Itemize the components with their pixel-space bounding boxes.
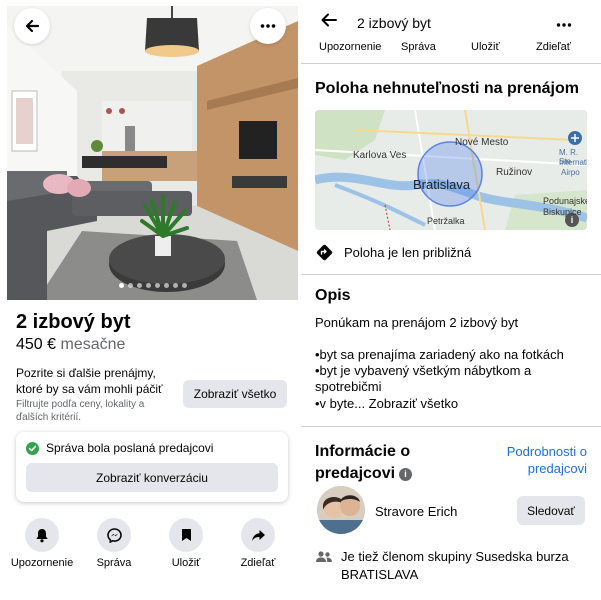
map-label: Airpo [561, 168, 580, 177]
top-bar: 2 izbový byt [301, 0, 601, 40]
more-dots-icon [260, 24, 276, 28]
location-heading: Poloha nehnuteľnosti na prenájom [315, 80, 579, 97]
directions-icon [316, 244, 333, 261]
map-label: Petržalka [427, 216, 465, 226]
top-bar-title: 2 izbový byt [357, 15, 431, 31]
action-label: Správa [96, 557, 132, 569]
approximate-location-text: Poloha je len približná [344, 245, 472, 260]
action-save[interactable]: Uložiť [150, 518, 222, 569]
tab-alert[interactable]: Upozornenie [319, 41, 381, 53]
action-alert[interactable]: Upozornenie [6, 518, 78, 569]
map-label: Nové Mesto [455, 137, 509, 148]
messenger-icon [97, 518, 131, 552]
action-label: Zdieľať [240, 557, 276, 569]
photo-dot[interactable] [154, 283, 160, 288]
map-label: Internati [559, 158, 587, 167]
location-map[interactable]: i Karlova Ves Nové Mesto Bratislava Ruži… [315, 110, 587, 230]
seller-name[interactable]: Stravore Erich [375, 504, 457, 519]
arrow-left-icon [321, 13, 337, 27]
show-all-button[interactable]: Zobraziť všetko [183, 380, 287, 408]
apartment-photo-illustration [7, 6, 298, 300]
listing-detail-scrolled-panel: 2 izbový byt Upozornenie Správa Uložiť Z… [301, 0, 601, 600]
action-label: Upozornenie [10, 557, 74, 569]
description-line: •byt sa prenajíma zariadený ako na fotká… [315, 347, 564, 362]
view-conversation-button[interactable]: Zobraziť konverzáciu [26, 463, 278, 492]
avatar-photo-illustration [317, 486, 365, 534]
description-heading: Opis [315, 287, 351, 304]
listing-detail-panel: 2 izbový byt 450 € mesačne Pozrite si ďa… [0, 0, 300, 600]
description-see-more[interactable]: •v byte... Zobraziť všetko [315, 396, 591, 412]
group-icon [316, 551, 332, 562]
seller-group-membership: Je tiež členom skupiny Susedska burza BR… [315, 548, 595, 584]
tab-share[interactable]: Zdieľať [536, 41, 571, 53]
divider [301, 274, 601, 275]
bell-icon [25, 518, 59, 552]
photo-dot[interactable] [163, 283, 169, 288]
arrow-left-icon [25, 19, 40, 33]
more-dots-icon [556, 23, 572, 27]
action-message[interactable]: Správa [78, 518, 150, 569]
message-sent-status: Správa bola poslaná predajcovi [26, 441, 213, 455]
photo-dot[interactable] [136, 283, 142, 288]
seller-info-heading-text: Informácie o predajcovi [315, 443, 411, 482]
photo-dot[interactable] [127, 283, 133, 288]
map-label: Karlova Ves [353, 150, 407, 161]
group-membership-text: Je tiež členom skupiny Susedska burza BR… [341, 549, 569, 582]
photo-dot[interactable] [181, 283, 187, 288]
price-period: mesačne [60, 336, 126, 353]
bookmark-icon [169, 518, 203, 552]
listing-photo[interactable] [7, 6, 298, 300]
divider [301, 426, 601, 427]
info-icon[interactable]: i [399, 467, 413, 481]
photo-dot[interactable] [118, 283, 124, 288]
seller-details-link[interactable]: Podrobnosti o predajcovi [497, 443, 587, 477]
photo-dot[interactable] [172, 283, 178, 288]
map-label: Biskupice [543, 207, 582, 217]
description-line: spotrebičmi [315, 379, 382, 394]
suggestions-text: Pozrite si ďalšie prenájmy, ktoré by sa … [16, 366, 163, 396]
follow-button[interactable]: Sledovať [517, 496, 585, 525]
action-share[interactable]: Zdieľať [222, 518, 294, 569]
map-label: Bratislava [413, 177, 471, 192]
photo-dot[interactable] [145, 283, 151, 288]
photo-pagination[interactable] [7, 283, 298, 288]
action-tabs-clipped: Upozornenie Správa Uložiť Zdieľať [301, 41, 601, 55]
action-bar: Upozornenie Správa Uložiť Zdieľať [0, 518, 300, 569]
price-amount: 450 € [16, 336, 57, 353]
back-button[interactable] [14, 8, 50, 44]
map-label: Ružinov [496, 167, 533, 178]
back-button[interactable] [321, 13, 337, 32]
suggestions-subtext: Filtrujte podľa ceny, lokality a ďalších… [16, 399, 145, 423]
message-sent-card: Správa bola poslaná predajcovi Zobraziť … [16, 432, 288, 502]
share-icon [241, 518, 275, 552]
listing-title: 2 izbový byt [16, 311, 131, 333]
action-label: Uložiť [171, 557, 201, 569]
tab-message[interactable]: Správa [401, 41, 436, 53]
message-sent-text: Správa bola poslaná predajcovi [46, 441, 214, 455]
approximate-location-note: Poloha je len približná [315, 243, 471, 262]
map-label: Podunajské [543, 196, 587, 206]
description-intro: Ponúkam na prenájom 2 izbový byt [315, 315, 519, 330]
divider [301, 63, 601, 64]
description-line: •byt je vybavený všetkým nábytkom a [315, 363, 532, 378]
tab-save[interactable]: Uložiť [471, 41, 500, 53]
seller-info-heading: Informácie o predajcovi i [315, 441, 445, 485]
listing-price: 450 € mesačne [16, 336, 125, 354]
check-circle-icon [26, 441, 39, 455]
more-options-button[interactable] [556, 15, 572, 33]
seller-avatar[interactable] [317, 486, 365, 534]
more-options-button[interactable] [250, 8, 286, 44]
